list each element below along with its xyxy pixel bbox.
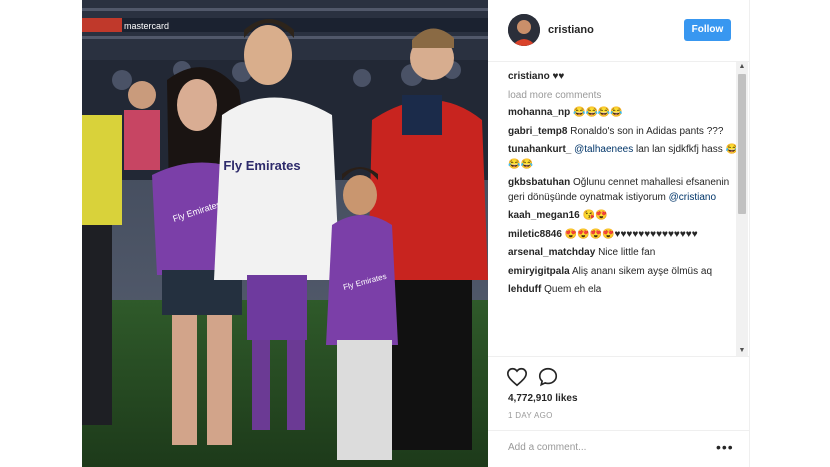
post-time[interactable]: 1 DAY AGO <box>508 411 553 420</box>
likes-count[interactable]: 4,772,910 likes <box>508 393 578 404</box>
post-actions: 4,772,910 likes 1 DAY AGO <box>488 356 750 436</box>
comment-username[interactable]: arsenal_matchday <box>508 247 595 258</box>
banner-text: mastercard <box>124 21 169 31</box>
comment-item: gkbsbatuhan Oğlunu cennet mahallesi efsa… <box>508 176 738 205</box>
comment-text: Quem eh ela <box>544 284 602 295</box>
caption: cristiano ♥♥ <box>508 70 738 85</box>
comment-username[interactable]: lehduff <box>508 284 541 295</box>
comments-scrollbar[interactable]: ▲ ▼ <box>736 62 748 356</box>
comment-mention-link[interactable]: @cristiano <box>669 192 716 203</box>
comment-text: 😍😍😍😍♥♥♥♥♥♥♥♥♥♥♥♥♥♥ <box>564 228 698 240</box>
scroll-down-arrow-icon[interactable]: ▼ <box>736 346 748 356</box>
avatar[interactable] <box>508 14 540 46</box>
add-comment-input[interactable]: Add a comment... <box>508 442 586 453</box>
comment-text: Aliş ananı sikem ayşe ölmüs aq <box>571 265 713 277</box>
scrollbar-thumb[interactable] <box>738 74 746 214</box>
comment-username[interactable]: gkbsbatuhan <box>508 177 570 188</box>
comment-username[interactable]: gabri_temp8 <box>508 126 567 137</box>
header-username[interactable]: cristiano <box>548 24 594 36</box>
comment-text: Ronaldo's son in Adidas pants ??? <box>570 125 724 137</box>
comment-text: 😂😂😂😂 <box>573 107 623 118</box>
post-panel: cristiano Follow cristiano ♥♥ load more … <box>488 0 750 467</box>
comment-mention-link[interactable]: @talhaenees <box>574 144 633 155</box>
comment-item: emiryigitpala Aliş ananı sikem ayşe ölmü… <box>508 265 738 280</box>
comment-item: gabri_temp8 Ronaldo's son in Adidas pant… <box>508 125 738 140</box>
scroll-up-arrow-icon[interactable]: ▲ <box>736 62 748 72</box>
comment-username[interactable]: emiryigitpala <box>508 266 570 277</box>
comment-item: tunahankurt_ @talhaenees lan lan sjdkfkf… <box>508 143 738 172</box>
comment-item: arsenal_matchday Nice little fan <box>508 246 738 261</box>
comment-username[interactable]: miletic8846 <box>508 229 562 240</box>
load-more-comments-link[interactable]: load more comments <box>508 89 738 104</box>
add-comment-bar: Add a comment... ••• <box>488 430 750 467</box>
comment-username[interactable]: tunahankurt_ <box>508 144 571 155</box>
comment-item: lehduff Quem eh ela <box>508 283 738 298</box>
heart-icon[interactable] <box>506 366 528 388</box>
comment-bubble-icon[interactable] <box>537 366 559 388</box>
comment-item: mohanna_np 😂😂😂😂 <box>508 106 738 121</box>
comments-list: cristiano ♥♥ load more comments mohanna_… <box>508 64 738 356</box>
comment-item: kaah_megan16 😘😍 <box>508 209 738 224</box>
more-options-icon[interactable]: ••• <box>716 439 734 455</box>
post-photo[interactable]: mastercard Fly Emirates Fly Emirates Fly… <box>82 0 488 467</box>
comment-item: miletic8846 😍😍😍😍♥♥♥♥♥♥♥♥♥♥♥♥♥♥ <box>508 228 738 243</box>
comment-text: 😘😍 <box>582 210 608 221</box>
shirt-text: Fly Emirates <box>223 158 300 173</box>
comment-text: Nice little fan <box>598 247 656 258</box>
comment-username[interactable]: mohanna_np <box>508 107 570 118</box>
post-header: cristiano Follow <box>488 0 750 62</box>
follow-button[interactable]: Follow <box>684 19 731 41</box>
comment-username[interactable]: kaah_megan16 <box>508 210 580 221</box>
caption-username[interactable]: cristiano <box>508 71 550 82</box>
caption-text: ♥♥ <box>552 71 565 82</box>
